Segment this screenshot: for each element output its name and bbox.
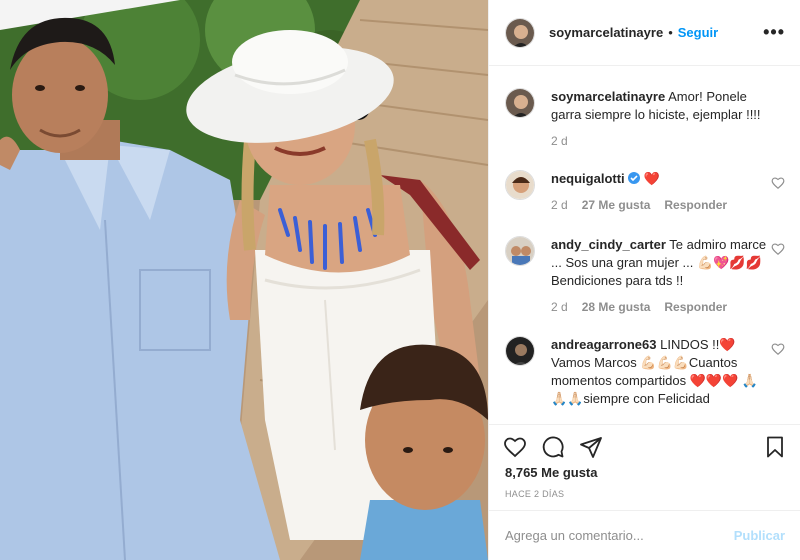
comment-meta: 2 d 28 Me gusta Responder — [551, 298, 767, 316]
bookmark-icon[interactable] — [763, 435, 787, 459]
action-icons — [503, 435, 603, 459]
post-photo-image — [0, 0, 488, 560]
comment-time[interactable]: 2 d — [551, 298, 568, 316]
post-actions: 8,765 Me gusta HACE 2 DÍAS — [489, 424, 800, 510]
comment-avatar[interactable] — [505, 336, 535, 366]
comment-avatar-image — [506, 171, 534, 199]
author-avatar[interactable] — [505, 17, 535, 48]
comment-username[interactable]: andreagarrone63 — [551, 337, 657, 352]
publish-button[interactable]: Publicar — [734, 528, 785, 543]
comments-list[interactable]: soymarcelatinayre Amor! Ponele garra sie… — [489, 66, 800, 424]
caption-username[interactable]: soymarcelatinayre — [551, 89, 665, 104]
post-photo[interactable] — [0, 0, 488, 560]
post-header: soymarcelatinayre • Seguir ••• — [489, 0, 800, 66]
comment-avatar-image — [506, 237, 534, 265]
caption-time[interactable]: 2 d — [551, 132, 568, 150]
comment-item: nequigalotti ❤️ 2 d 27 Me gusta Responde… — [505, 170, 785, 220]
comment-username[interactable]: nequigalotti — [551, 171, 625, 186]
post-timestamp[interactable]: HACE 2 DÍAS — [505, 489, 564, 499]
comment-body: andreagarrone63 LINDOS !!❤️ Vamos Marcos… — [551, 336, 767, 408]
post-side-panel: soymarcelatinayre • Seguir ••• soymarcel… — [488, 0, 800, 560]
heart-icon[interactable] — [503, 435, 527, 459]
comment-icon[interactable] — [541, 435, 565, 459]
reply-button[interactable]: Responder — [664, 298, 727, 316]
author-username[interactable]: soymarcelatinayre — [549, 25, 663, 40]
verified-badge-icon — [628, 172, 641, 184]
comment-username[interactable]: andy_cindy_carter — [551, 237, 666, 252]
comment-text: ❤️ — [643, 171, 661, 186]
share-icon[interactable] — [579, 435, 603, 459]
comment-likes[interactable]: 28 Me gusta — [582, 298, 651, 316]
caption-meta: 2 d — [551, 132, 767, 150]
reply-button[interactable]: Responder — [664, 196, 727, 214]
comment-avatar[interactable] — [505, 170, 535, 200]
caption-item: soymarcelatinayre Amor! Ponele garra sie… — [505, 88, 785, 158]
comment-likes[interactable]: 27 Me gusta — [582, 196, 651, 214]
caption-avatar-image — [506, 89, 534, 117]
comment-body: nequigalotti ❤️ 2 d 27 Me gusta Responde… — [551, 170, 767, 214]
separator-dot: • — [668, 25, 673, 40]
caption-avatar[interactable] — [505, 88, 535, 118]
more-options-icon[interactable]: ••• — [763, 22, 785, 43]
caption-body: soymarcelatinayre Amor! Ponele garra sie… — [551, 88, 767, 150]
comment-like-heart-icon[interactable] — [771, 176, 785, 190]
comment-input[interactable] — [505, 528, 734, 543]
comment-item: andreagarrone63 LINDOS !!❤️ Vamos Marcos… — [505, 336, 785, 424]
comment-avatar[interactable] — [505, 236, 535, 266]
comment-item: andy_cindy_carter Te admiro marce ... So… — [505, 236, 785, 326]
comment-time[interactable]: 2 d — [551, 196, 568, 214]
comment-body: andy_cindy_carter Te admiro marce ... So… — [551, 236, 767, 316]
comment-like-heart-icon[interactable] — [771, 242, 785, 256]
comment-like-heart-icon[interactable] — [771, 342, 785, 356]
likes-count[interactable]: 8,765 Me gusta — [505, 465, 598, 480]
author-avatar-image — [506, 18, 534, 47]
follow-button[interactable]: Seguir — [678, 25, 718, 40]
add-comment-bar: Publicar — [489, 510, 800, 560]
comment-meta: 2 d 27 Me gusta Responder — [551, 196, 767, 214]
comment-avatar-image — [506, 337, 534, 365]
